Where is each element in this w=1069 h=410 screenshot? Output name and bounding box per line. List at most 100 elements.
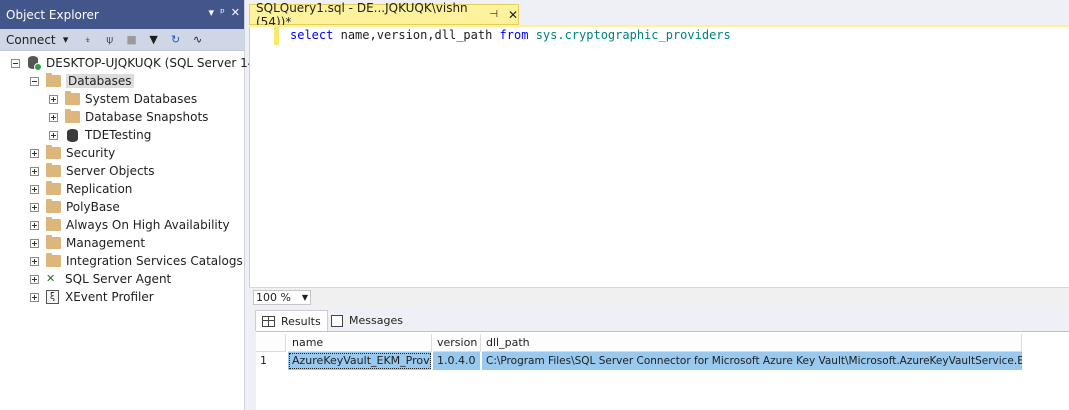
messages-icon (331, 314, 343, 327)
tree-node-label: Management (66, 236, 146, 250)
sql-agent-icon: ✕ (46, 272, 56, 285)
pin-icon[interactable]: ⊣ (489, 9, 498, 20)
tab-results[interactable]: Results (255, 310, 328, 331)
disconnect-plug-icon[interactable]: ⍦ (103, 33, 117, 47)
refresh-icon[interactable]: ↻ (169, 33, 183, 47)
tab-sqlquery1[interactable]: SQLQuery1.sql - DE...JQKUQK\vishn (54))*… (249, 1, 519, 29)
close-icon[interactable]: ✕ (231, 6, 240, 19)
folder-icon (46, 181, 61, 195)
editor-status-bar: 100 % ▼ (249, 287, 1069, 307)
tree-node-tdetesting[interactable]: TDETesting (49, 126, 151, 144)
tree-node-label: Always On High Availability (66, 218, 230, 232)
tree-node-system-databases[interactable]: System Databases (49, 90, 197, 108)
tree-node-database-snapshots[interactable]: Database Snapshots (49, 108, 208, 126)
tree-node-label: System Databases (85, 92, 198, 106)
expand-icon[interactable] (49, 112, 58, 122)
folder-icon (65, 91, 80, 105)
close-icon[interactable]: ✕ (508, 8, 518, 22)
tree-node-label: Database Snapshots (85, 110, 209, 124)
expand-icon[interactable] (30, 256, 39, 266)
tree-node-label: XEvent Profiler (65, 290, 154, 304)
tree-node-polybase[interactable]: PolyBase (30, 198, 120, 216)
table-cell-dll-path[interactable]: C:\Program Files\SQL Server Connector fo… (482, 352, 1022, 370)
table-cell-version[interactable]: 1.0.4.0 (433, 352, 481, 370)
tab-messages-label: Messages (349, 314, 403, 327)
object-explorer-title-bar: Object Explorer ▾ ᵖ ✕ (0, 0, 244, 29)
tree-node-server[interactable]: DESKTOP-UJQKUQK (SQL Server 14.0. (11, 54, 271, 72)
column-header-dll-path[interactable]: dll_path (482, 334, 1022, 352)
collapse-icon[interactable] (11, 58, 20, 68)
object-explorer-title: Object Explorer (6, 7, 99, 22)
folder-icon (46, 73, 61, 87)
tree-node-management[interactable]: Management (30, 234, 145, 252)
database-icon (67, 128, 78, 142)
table-cell-name[interactable]: AzureKeyVault_EKM_Prov (288, 352, 432, 370)
expand-icon[interactable] (30, 220, 39, 230)
expand-icon[interactable] (30, 148, 39, 158)
folder-icon (46, 217, 61, 231)
object-explorer-panel: Object Explorer ▾ ᵖ ✕ Connect ▾ ⍖ ⍦ ■ ▼ … (0, 0, 271, 410)
tree-node-label: Integration Services Catalogs (66, 254, 243, 268)
tree-node-label: Security (66, 146, 116, 160)
activity-monitor-icon[interactable]: ∿ (191, 33, 205, 47)
column-header-version[interactable]: version (433, 334, 481, 352)
expand-icon[interactable] (49, 94, 58, 104)
editor-margin (250, 27, 274, 287)
collapse-icon[interactable] (30, 76, 39, 86)
connect-plug-icon[interactable]: ⍖ (81, 33, 95, 47)
query-editor[interactable]: select name,version,dll_path from sys.cr… (249, 27, 1069, 287)
tree-node-databases[interactable]: Databases (30, 72, 134, 90)
expand-icon[interactable] (30, 274, 39, 284)
object-name: sys.cryptographic_providers (535, 28, 731, 42)
pin-icon[interactable]: ᵖ (220, 6, 225, 19)
chevron-down-icon: ▾ (62, 32, 69, 46)
change-indicator (274, 27, 279, 45)
tree-node-integration-services[interactable]: Integration Services Catalogs (30, 252, 243, 270)
column-header-name[interactable]: name (288, 334, 432, 352)
expand-icon[interactable] (30, 292, 39, 302)
tree-node-sql-server-agent[interactable]: ✕ SQL Server Agent (30, 270, 171, 288)
tree-node-security[interactable]: Security (30, 144, 115, 162)
folder-icon (46, 199, 61, 213)
expand-icon[interactable] (30, 184, 39, 194)
keyword-select: select (290, 28, 334, 42)
results-tab-bar: Results Messages (255, 309, 1069, 331)
folder-icon (46, 145, 61, 159)
connect-button[interactable]: Connect ▾ (6, 33, 73, 47)
chevron-down-icon: ▼ (301, 293, 308, 302)
tree-node-always-on[interactable]: Always On High Availability (30, 216, 230, 234)
folder-icon (46, 235, 61, 249)
zoom-select[interactable]: 100 % ▼ (253, 290, 311, 305)
sql-line[interactable]: select name,version,dll_path from sys.cr… (290, 27, 731, 43)
tab-results-label: Results (281, 314, 321, 328)
object-explorer-toolbar: Connect ▾ ⍖ ⍦ ■ ▼ ↻ ∿ (0, 29, 244, 51)
expand-icon[interactable] (49, 130, 58, 140)
folder-icon (46, 163, 61, 177)
tree-node-label: Replication (66, 182, 133, 196)
document-tab-bar: SQLQuery1.sql - DE...JQKUQK\vishn (54))*… (249, 0, 1069, 29)
connect-label: Connect (6, 32, 56, 47)
grid-icon (262, 315, 275, 327)
tree-node-server-objects[interactable]: Server Objects (30, 162, 155, 180)
tree-node-xevent-profiler[interactable]: ξ XEvent Profiler (30, 288, 154, 306)
expand-icon[interactable] (30, 202, 39, 212)
stop-icon[interactable]: ■ (125, 33, 139, 47)
dropdown-icon[interactable]: ▾ (209, 6, 215, 19)
expand-icon[interactable] (30, 238, 39, 248)
folder-icon (65, 109, 80, 123)
zoom-value: 100 % (256, 291, 291, 304)
horizontal-scrollbar[interactable] (315, 288, 1069, 307)
tab-messages[interactable]: Messages (325, 310, 409, 331)
row-number[interactable]: 1 (256, 352, 286, 370)
tree-node-label: Databases (66, 74, 134, 88)
tree-node-label: DESKTOP-UJQKUQK (SQL Server 14.0. (46, 56, 271, 70)
tree-node-replication[interactable]: Replication (30, 180, 132, 198)
xevent-profiler-icon: ξ (46, 290, 59, 304)
folder-icon (46, 253, 61, 267)
filter-icon[interactable]: ▼ (147, 33, 161, 47)
tree-node-label: SQL Server Agent (65, 272, 172, 286)
tree-node-label: Server Objects (66, 164, 155, 178)
tree-node-label: TDETesting (85, 128, 152, 142)
column-list: name,version,dll_path (340, 28, 493, 42)
expand-icon[interactable] (30, 166, 39, 176)
